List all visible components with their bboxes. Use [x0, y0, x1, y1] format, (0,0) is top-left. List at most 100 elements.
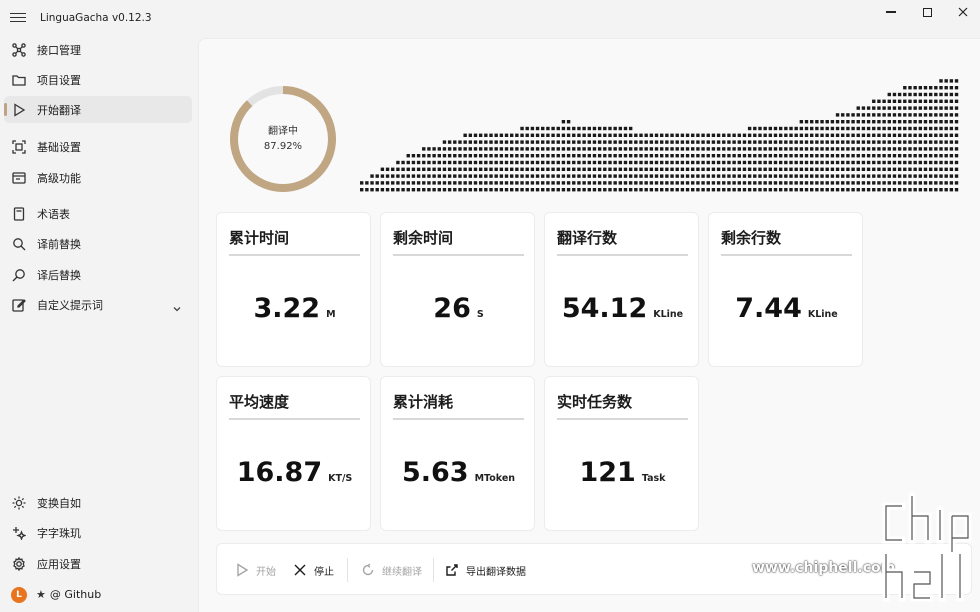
wave-cell [763, 160, 767, 165]
sidebar-item-language[interactable]: 字字珠玑 [4, 519, 192, 546]
wave-cell [535, 140, 540, 144]
start-button[interactable]: 开始 [235, 560, 276, 580]
wave-cell [691, 154, 695, 158]
wave-cell [691, 181, 695, 185]
wave-cell [892, 154, 897, 158]
wave-cell [478, 147, 483, 151]
stop-button[interactable]: 停止 [293, 560, 334, 580]
wave-cell [949, 188, 954, 192]
wave-cell [939, 167, 943, 171]
maximize-button[interactable] [912, 4, 942, 20]
wave-cell [634, 174, 638, 178]
wave-cell [499, 181, 504, 185]
wave-cell [928, 106, 933, 110]
minimize-button[interactable] [876, 4, 906, 20]
wave-cell [618, 126, 623, 131]
sidebar-item-theme[interactable]: 变换自如 [4, 489, 192, 516]
sidebar-item-api[interactable]: 接口管理 [4, 36, 192, 63]
wave-cell [737, 188, 741, 192]
wave-cell [566, 160, 571, 165]
sidebar-item-advanced[interactable]: 高级功能 [4, 164, 192, 191]
wave-cell [489, 181, 493, 185]
sidebar-item-glossary[interactable]: 术语表 [4, 200, 192, 227]
wave-cell [918, 106, 923, 110]
wave-cell [835, 181, 840, 185]
wave-cell [918, 126, 923, 131]
wave-cell [866, 181, 871, 185]
wave-cell [701, 140, 705, 144]
wave-cell [815, 120, 819, 124]
resume-icon [362, 563, 374, 576]
wave-cell [654, 147, 659, 151]
wave-cell [799, 160, 804, 165]
wave-cell [866, 120, 871, 124]
wave-cell [525, 160, 529, 165]
wave-cell [903, 174, 907, 178]
sidebar-item-project[interactable]: 项目设置 [4, 66, 192, 93]
export-translation-button[interactable]: 导出翻译数据 [445, 560, 526, 580]
wave-cell [877, 147, 881, 151]
wave-cell [447, 174, 452, 178]
wave-cell [768, 133, 773, 137]
wave-cell [737, 140, 741, 144]
wave-cell [856, 181, 860, 185]
wave-cell [918, 167, 923, 171]
wave-cell [903, 92, 907, 97]
wave-cell [716, 154, 721, 158]
wave-cell [587, 160, 591, 165]
wave-cell [908, 160, 912, 165]
wave-cell [623, 126, 628, 131]
wave-cell [944, 154, 948, 158]
wave-cell [753, 167, 757, 171]
wave-cell [763, 126, 767, 131]
sidebar-item-github[interactable]: L ★ @ Github [4, 581, 192, 608]
wave-cell [851, 154, 855, 158]
progress-status: 翻译中 [268, 126, 298, 137]
wave-cell [654, 174, 659, 178]
wave-cell [525, 188, 529, 192]
wave-cell [846, 126, 850, 131]
watermark-text: www.chiphell.com [752, 560, 896, 576]
wave-cell [422, 167, 426, 171]
wave-cell [608, 167, 612, 171]
wave-cell [416, 181, 421, 185]
wave-cell [830, 120, 835, 124]
progress-waveform [360, 79, 959, 192]
wave-cell [385, 174, 390, 178]
wave-cell [510, 140, 514, 144]
wave-cell [463, 147, 467, 151]
wave-cell [856, 106, 860, 110]
card-divider [393, 418, 524, 420]
wave-cell [841, 154, 845, 158]
sidebar-item-label: 项目设置 [37, 73, 81, 87]
wave-cell [541, 160, 545, 165]
sidebar-item-pre-replace[interactable]: 译前替换 [4, 230, 192, 257]
wave-cell [949, 113, 954, 117]
sidebar-item-basic-settings[interactable]: 基础设置 [4, 133, 192, 160]
wave-cell [882, 126, 886, 131]
wave-cell [773, 188, 778, 192]
hamburger-menu-icon[interactable] [10, 10, 26, 24]
sidebar-item-app-settings[interactable]: 应用设置 [4, 550, 192, 577]
wave-cell [468, 188, 473, 192]
wave-cell [561, 140, 566, 144]
resume-translation-button[interactable]: 继续翻译 [361, 560, 422, 580]
sidebar-item-post-replace[interactable]: 译后替换 [4, 261, 192, 288]
wave-cell [422, 181, 426, 185]
wave-cell [846, 181, 850, 185]
wave-cell [887, 167, 891, 171]
chevron-down-icon[interactable] [172, 299, 182, 312]
sidebar-item-custom-prompt[interactable]: 自定义提示词 [4, 291, 192, 318]
close-button[interactable] [948, 4, 978, 20]
sidebar-item-start-translation[interactable]: 开始翻译 [4, 96, 192, 123]
wave-cell [841, 113, 845, 117]
wave-cell [453, 154, 457, 158]
wave-cell [949, 140, 954, 144]
close-icon [958, 7, 968, 17]
wave-cell [530, 174, 535, 178]
wave-cell [473, 133, 478, 137]
wave-cell [432, 174, 436, 178]
wave-cell [535, 147, 540, 151]
wave-cell [685, 154, 690, 158]
wave-cell [442, 188, 447, 192]
